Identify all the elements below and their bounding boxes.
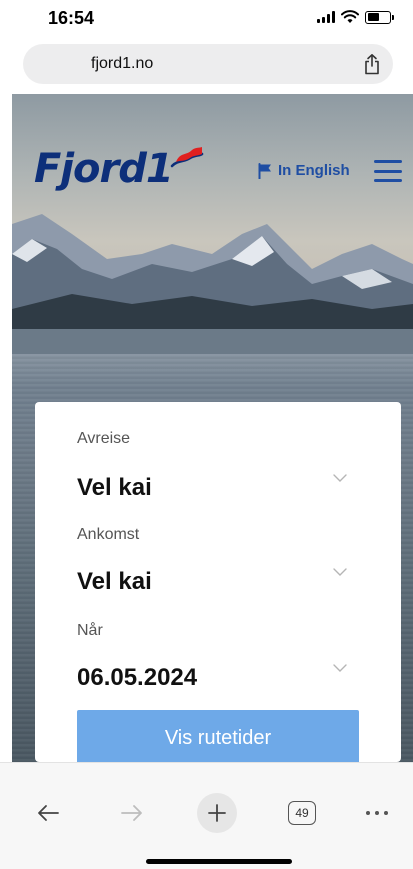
logo-flag-icon	[170, 147, 204, 168]
address-bar[interactable]: fjord1.no	[23, 44, 393, 84]
tabs-icon[interactable]: 49	[288, 801, 316, 825]
departure-label: Avreise	[77, 430, 131, 447]
plus-icon	[208, 804, 226, 822]
flag-icon	[258, 162, 271, 179]
language-link-label: In English	[278, 162, 350, 179]
battery-icon	[365, 10, 394, 24]
language-switch-link[interactable]: In English	[258, 162, 350, 179]
share-icon[interactable]	[362, 53, 382, 75]
date-value[interactable]: 06.05.2024	[77, 664, 197, 692]
chevron-down-icon[interactable]	[333, 568, 347, 576]
chevron-down-icon[interactable]	[333, 474, 347, 482]
new-tab-button[interactable]	[197, 793, 237, 833]
chevron-down-icon[interactable]	[333, 664, 347, 672]
fjord1-logo[interactable]: Fjord1	[34, 146, 174, 192]
date-label: Når	[77, 622, 103, 639]
status-bar: 16:54	[0, 0, 413, 38]
url-text[interactable]: fjord1.no	[91, 55, 153, 73]
home-indicator	[146, 859, 292, 864]
signal-icon	[317, 11, 335, 23]
more-icon[interactable]	[366, 811, 388, 815]
hamburger-menu-icon[interactable]	[374, 160, 402, 182]
arrival-value[interactable]: Vel kai	[77, 568, 152, 596]
hero-section: Fjord1 In English	[12, 94, 413, 762]
mountain-background	[12, 214, 413, 354]
show-timetable-button[interactable]: Vis rutetider	[77, 710, 359, 766]
forward-arrow-icon[interactable]	[120, 803, 144, 823]
browser-address-area: fjord1.no	[0, 38, 413, 94]
status-icons	[317, 10, 394, 24]
status-time: 16:54	[48, 8, 95, 28]
wifi-icon	[341, 10, 359, 23]
back-arrow-icon[interactable]	[36, 803, 60, 823]
browser-toolbar: 49	[0, 762, 413, 869]
arrival-label: Ankomst	[77, 526, 140, 543]
departure-value[interactable]: Vel kai	[77, 474, 152, 502]
